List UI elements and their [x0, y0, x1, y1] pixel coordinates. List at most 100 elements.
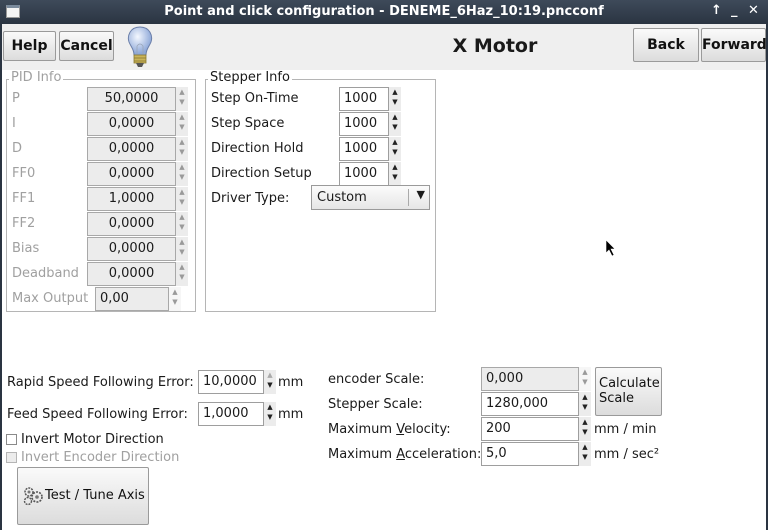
feed-following-error-arrows[interactable]: ▲ ▼: [264, 402, 276, 426]
rapid-following-error-arrows[interactable]: ▲ ▼: [264, 370, 276, 394]
help-button[interactable]: Help: [3, 31, 56, 61]
stepper-arrows-step-space[interactable]: ▲ ▼: [389, 112, 401, 136]
pid-arrows-ff2[interactable]: ▲ ▼: [176, 212, 188, 236]
forward-button[interactable]: Forward: [701, 28, 767, 62]
combo-separator: [408, 189, 409, 206]
stepper-scale-label: Stepper Scale:: [328, 397, 423, 412]
pid-label-d: D: [12, 141, 23, 156]
pid-entry-i[interactable]: 0,0000: [87, 112, 176, 136]
stepper-arrows-direction-setup[interactable]: ▲ ▼: [389, 162, 401, 186]
stepper-scale-spin[interactable]: 1280,000 ▲ ▼: [481, 392, 593, 416]
max-acceleration-arrows[interactable]: ▲ ▼: [579, 442, 591, 466]
max-output-label: Max Output: [12, 291, 89, 306]
rapid-following-error-entry[interactable]: 10,0000: [198, 370, 264, 394]
encoder-scale-spin[interactable]: 0,000 ▲ ▼: [481, 367, 593, 391]
max-acceleration-label: Maximum Acceleration:: [328, 447, 482, 462]
pid-entry-ff0[interactable]: 0,0000: [87, 162, 176, 186]
max-acceleration-entry[interactable]: 5,0: [481, 442, 579, 466]
gears-icon: [23, 487, 43, 506]
window-titlebar: Point and click configuration - DENEME_6…: [0, 0, 768, 24]
driver-type-value: Custom: [317, 190, 367, 205]
max-velocity-spin[interactable]: 200 ▲ ▼: [481, 417, 593, 441]
pid-arrows-ff0[interactable]: ▲ ▼: [176, 162, 188, 186]
stepper-entry-direction-hold[interactable]: 1000: [339, 137, 389, 161]
pid-arrows-bias[interactable]: ▲ ▼: [176, 237, 188, 261]
window-title: Point and click configuration - DENEME_6…: [164, 4, 604, 19]
stepper-spin-step-space[interactable]: 1000 ▲ ▼: [339, 112, 401, 136]
chevron-down-icon: ▼: [416, 188, 425, 201]
pid-spin-ff1[interactable]: 1,0000 ▲ ▼: [87, 187, 190, 211]
mouse-cursor-icon: [606, 240, 616, 257]
invert-encoder-checkbox[interactable]: [6, 452, 17, 463]
close-button[interactable]: ✕: [748, 3, 759, 18]
pid-entry-bias[interactable]: 0,0000: [87, 237, 176, 261]
pid-arrows-deadband[interactable]: ▲ ▼: [176, 262, 188, 286]
pid-entry-d[interactable]: 0,0000: [87, 137, 176, 161]
feed-following-error-unit: mm: [278, 407, 304, 422]
encoder-scale-entry[interactable]: 0,000: [481, 367, 579, 391]
stepper-entry-step-on-time[interactable]: 1000: [339, 87, 389, 111]
stepper-arrows-direction-hold[interactable]: ▲ ▼: [389, 137, 401, 161]
max-output-spin[interactable]: 0,00 ▲ ▼: [95, 287, 183, 311]
rapid-following-error-spin[interactable]: 10,0000 ▲ ▼: [198, 370, 276, 394]
driver-type-combo[interactable]: Custom ▼: [311, 185, 430, 210]
stepper-label-step-space: Step Space: [211, 116, 285, 131]
stepper-entry-direction-setup[interactable]: 1000: [339, 162, 389, 186]
stepper-label-step-on-time: Step On-Time: [211, 91, 299, 106]
feed-following-error-entry[interactable]: 1,0000: [198, 402, 264, 426]
pid-spin-i[interactable]: 0,0000 ▲ ▼: [87, 112, 190, 136]
stepper-entry-step-space[interactable]: 1000: [339, 112, 389, 136]
pid-arrows-d[interactable]: ▲ ▼: [176, 137, 188, 161]
pid-spin-p[interactable]: 50,0000 ▲ ▼: [87, 87, 190, 111]
max-velocity-unit: mm / min: [594, 422, 657, 437]
cancel-button[interactable]: Cancel: [59, 31, 114, 61]
stepper-spin-step-on-time[interactable]: 1000 ▲ ▼: [339, 87, 401, 111]
pid-label-deadband: Deadband: [12, 266, 79, 281]
maximize-button[interactable]: ↑: [711, 3, 722, 18]
feed-following-error-label: Feed Speed Following Error:: [7, 407, 188, 422]
max-output-arrows[interactable]: ▲ ▼: [169, 287, 181, 311]
pid-entry-ff2[interactable]: 0,0000: [87, 212, 176, 236]
stepper-spin-direction-setup[interactable]: 1000 ▲ ▼: [339, 162, 401, 186]
max-velocity-label: Maximum Velocity:: [328, 422, 451, 437]
pid-spin-deadband[interactable]: 0,0000 ▲ ▼: [87, 262, 190, 286]
minimize-button[interactable]: _: [731, 3, 738, 18]
encoder-scale-arrows[interactable]: ▲ ▼: [579, 367, 591, 391]
pid-label-ff0: FF0: [12, 166, 36, 181]
pid-spin-ff0[interactable]: 0,0000 ▲ ▼: [87, 162, 190, 186]
invert-encoder-label[interactable]: Invert Encoder Direction: [21, 450, 179, 465]
max-acceleration-unit: mm / sec²: [594, 447, 660, 462]
test-tune-axis-button[interactable]: Test / Tune Axis: [17, 467, 149, 525]
stepper-scale-entry[interactable]: 1280,000: [481, 392, 579, 416]
invert-motor-checkbox[interactable]: [6, 434, 17, 445]
calculate-scale-label-2: Scale: [599, 391, 634, 406]
stepper-arrows-step-on-time[interactable]: ▲ ▼: [389, 87, 401, 111]
pid-label-ff1: FF1: [12, 191, 36, 206]
invert-motor-label[interactable]: Invert Motor Direction: [21, 432, 164, 447]
pid-arrows-i[interactable]: ▲ ▼: [176, 112, 188, 136]
max-velocity-arrows[interactable]: ▲ ▼: [579, 417, 591, 441]
pid-arrows-ff1[interactable]: ▲ ▼: [176, 187, 188, 211]
driver-type-label: Driver Type:: [211, 191, 290, 206]
stepper-spin-direction-hold[interactable]: 1000 ▲ ▼: [339, 137, 401, 161]
calculate-scale-label-1: Calculate: [599, 376, 660, 391]
test-tune-axis-label: Test / Tune Axis: [45, 488, 145, 503]
max-acceleration-spin[interactable]: 5,0 ▲ ▼: [481, 442, 593, 466]
pid-spin-ff2[interactable]: 0,0000 ▲ ▼: [87, 212, 190, 236]
stepper-label-direction-setup: Direction Setup: [211, 166, 312, 181]
pid-entry-p[interactable]: 50,0000: [87, 87, 176, 111]
max-output-entry[interactable]: 0,00: [95, 287, 169, 311]
max-velocity-entry[interactable]: 200: [481, 417, 579, 441]
calculate-scale-button[interactable]: Calculate Scale: [595, 367, 662, 416]
back-button[interactable]: Back: [633, 28, 699, 62]
pid-spin-d[interactable]: 0,0000 ▲ ▼: [87, 137, 190, 161]
feed-following-error-spin[interactable]: 1,0000 ▲ ▼: [198, 402, 276, 426]
stepper-scale-arrows[interactable]: ▲ ▼: [579, 392, 591, 416]
page-title: X Motor: [452, 35, 538, 57]
pid-arrows-p[interactable]: ▲ ▼: [176, 87, 188, 111]
pid-entry-ff1[interactable]: 1,0000: [87, 187, 176, 211]
encoder-scale-label: encoder Scale:: [328, 372, 425, 387]
pid-entry-deadband[interactable]: 0,0000: [87, 262, 176, 286]
pid-spin-bias[interactable]: 0,0000 ▲ ▼: [87, 237, 190, 261]
window-border-left: [0, 24, 2, 530]
